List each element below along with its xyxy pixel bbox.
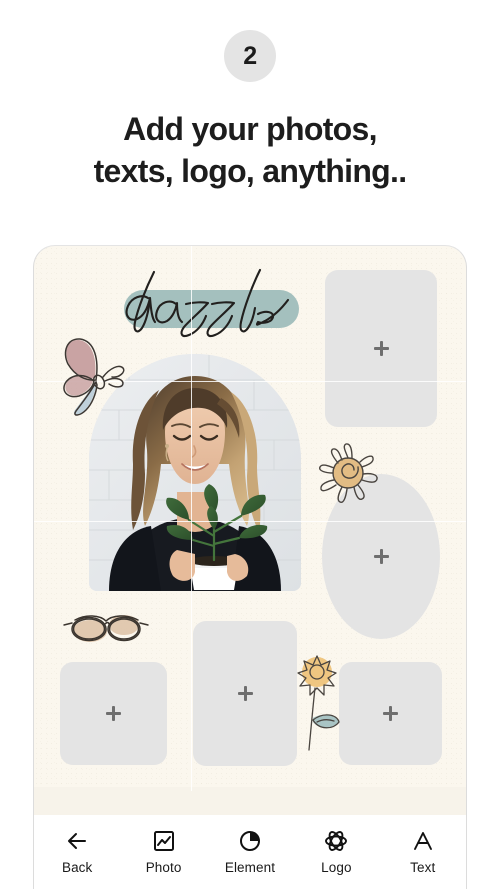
photo-placeholder-bottom-right[interactable] [339, 662, 442, 765]
logo-script-text [102, 264, 322, 342]
nav-label-element: Element [224, 860, 276, 875]
nav-label-photo: Photo [145, 860, 182, 875]
glasses-sticker[interactable] [62, 608, 150, 650]
headline-line-2: texts, logo, anything.. [93, 153, 408, 190]
nav-item-photo[interactable]: Photo [124, 829, 204, 875]
headline-line-1: Add your photos, [123, 111, 377, 147]
arrow-left-icon [65, 829, 89, 853]
sunflower-sticker[interactable] [289, 646, 351, 764]
onboarding-screen: 2 Add your photos, texts, logo, anything… [0, 0, 500, 889]
bottom-toolbar: Back Photo Element Logo Text [33, 815, 467, 889]
collage-canvas[interactable] [33, 245, 467, 815]
sun-sticker[interactable] [312, 440, 384, 512]
plus-icon [237, 686, 253, 701]
pie-circle-icon [238, 829, 262, 853]
letter-a-icon [411, 829, 435, 853]
canvas-bottom-strip [34, 787, 466, 815]
plus-icon [373, 341, 389, 356]
plus-icon [106, 706, 121, 721]
nav-label-logo: Logo [321, 860, 352, 875]
step-badge: 2 [224, 30, 276, 82]
butterfly-sticker[interactable] [55, 330, 135, 416]
logo-text-element[interactable] [102, 264, 322, 342]
image-icon [152, 829, 176, 853]
photo-placeholder-top-right[interactable] [325, 270, 437, 427]
photo-placeholder-bottom-left[interactable] [60, 662, 167, 765]
page-title: Add your photos, texts, logo, anything.. [0, 108, 500, 192]
nav-label-text: Text [410, 860, 436, 875]
plus-icon [373, 549, 389, 564]
nav-item-back[interactable]: Back [37, 829, 117, 875]
nav-item-logo[interactable]: Logo [296, 829, 376, 875]
nav-label-back: Back [61, 860, 93, 875]
plus-icon [383, 706, 398, 721]
nav-item-text[interactable]: Text [383, 829, 463, 875]
step-number: 2 [243, 41, 257, 70]
photo-placeholder-bottom-mid[interactable] [193, 621, 297, 766]
nav-item-element[interactable]: Element [210, 829, 290, 875]
atom-flower-icon [324, 829, 348, 853]
